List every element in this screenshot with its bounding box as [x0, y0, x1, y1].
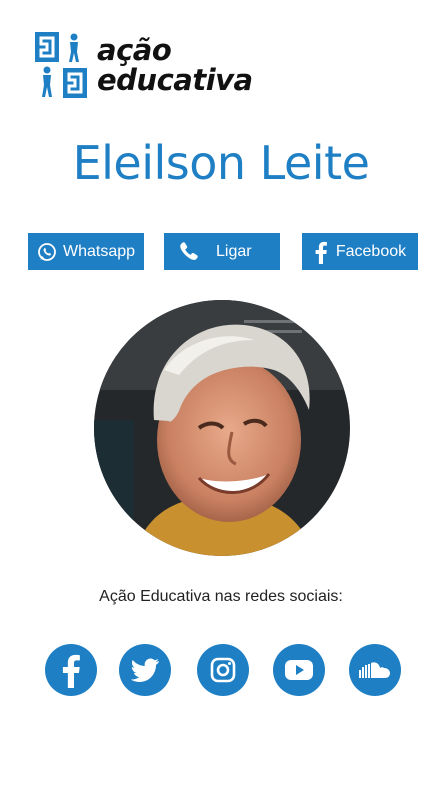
profile-name: Eleilson Leite [72, 136, 370, 190]
profile-photo [94, 300, 350, 556]
facebook-button-label: Facebook [335, 242, 407, 260]
whatsapp-button[interactable]: Whatsapp [28, 233, 144, 270]
social-soundcloud-link[interactable] [349, 644, 401, 696]
brand-line-1: ação [97, 33, 172, 67]
profile-photo-image [94, 300, 350, 556]
soundcloud-icon [359, 662, 390, 678]
instagram-icon [210, 657, 236, 683]
call-button[interactable]: Ligar [164, 233, 280, 270]
social-facebook-link[interactable] [45, 644, 97, 696]
brand-logo[interactable]: ação educativa [35, 32, 253, 98]
brand-line-2: educativa [97, 63, 253, 97]
acao-educativa-logo-icon [35, 32, 87, 98]
youtube-icon [285, 660, 313, 680]
social-instagram-link[interactable] [197, 644, 249, 696]
facebook-icon [315, 241, 327, 264]
social-youtube-link[interactable] [273, 644, 325, 696]
whatsapp-button-label: Whatsapp [62, 242, 136, 260]
twitter-icon [131, 658, 159, 682]
call-button-label: Ligar [216, 242, 252, 260]
social-section-title: Ação Educativa nas redes sociais: [99, 588, 343, 605]
social-twitter-link[interactable] [119, 644, 171, 696]
whatsapp-icon [38, 242, 56, 261]
phone-icon [180, 241, 198, 260]
facebook-icon [62, 654, 80, 688]
brand-wordmark: ação educativa [97, 35, 253, 95]
facebook-button[interactable]: Facebook [302, 233, 418, 270]
